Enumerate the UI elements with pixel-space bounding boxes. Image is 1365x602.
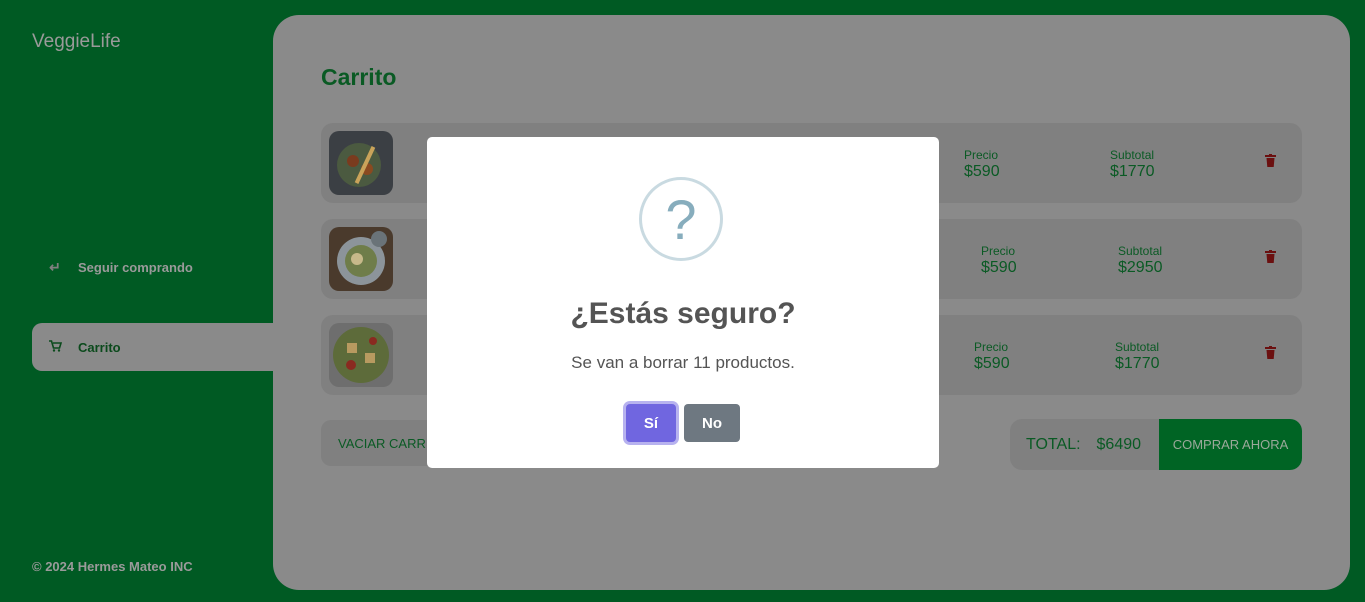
dialog-actions: Sí No [427, 404, 939, 442]
confirm-dialog: ? ¿Estás seguro? Se van a borrar 11 prod… [427, 137, 939, 468]
confirm-button[interactable]: Sí [626, 404, 676, 442]
dialog-message: Se van a borrar 11 productos. [571, 353, 795, 372]
dialog-title: ¿Estás seguro? [570, 297, 796, 330]
modal-backdrop: ? ¿Estás seguro? Se van a borrar 11 prod… [0, 0, 1365, 602]
cancel-button[interactable]: No [684, 404, 740, 442]
question-icon: ? [639, 177, 723, 261]
